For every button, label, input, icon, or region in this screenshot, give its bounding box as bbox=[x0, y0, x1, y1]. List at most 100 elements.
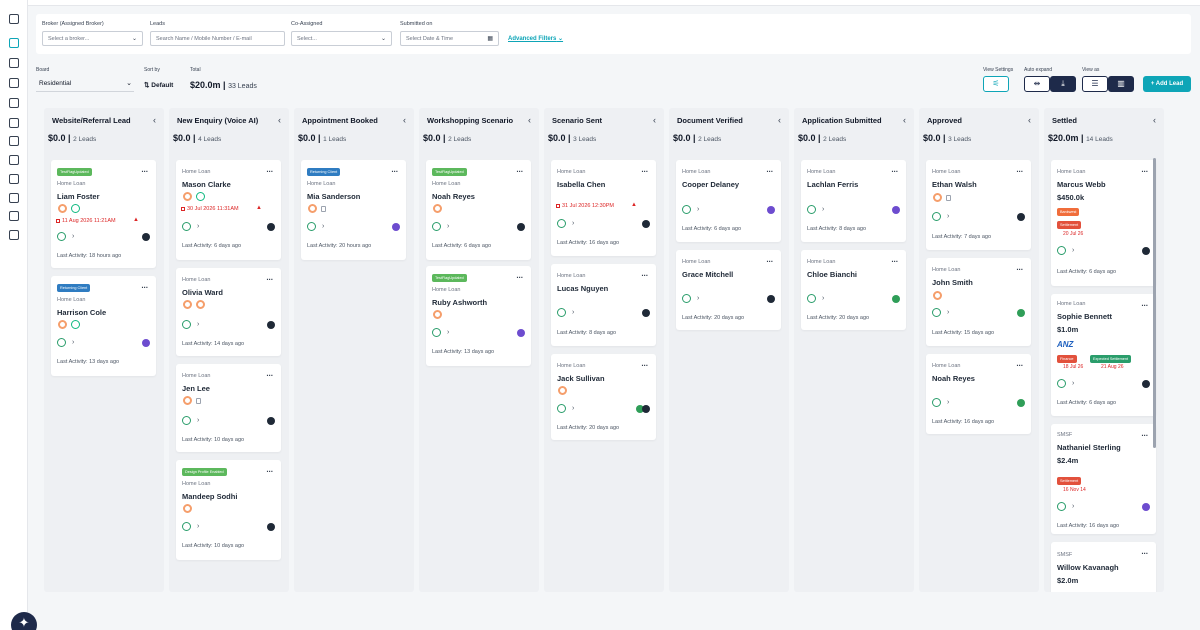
help-icon[interactable] bbox=[9, 211, 19, 221]
chevron-right-icon[interactable]: › bbox=[947, 213, 949, 220]
chevron-right-icon[interactable]: › bbox=[697, 206, 699, 213]
board-view-button[interactable]: ▥ bbox=[1108, 76, 1134, 92]
lead-card[interactable]: ... Home Loan Jen Lee › Last Activity: 1… bbox=[176, 364, 281, 452]
phone-icon[interactable] bbox=[807, 294, 816, 303]
lead-card[interactable]: TestFlagUpdated ... Home Loan Noah Reyes… bbox=[426, 160, 531, 260]
more-options-icon[interactable]: ... bbox=[766, 166, 773, 174]
phone-icon[interactable] bbox=[807, 205, 816, 214]
more-options-icon[interactable]: ... bbox=[141, 282, 148, 290]
lead-card[interactable]: ... Home Loan Marcus Webb $450.0k Bankwe… bbox=[1051, 160, 1156, 286]
collapse-column-icon[interactable]: ‹ bbox=[903, 115, 906, 125]
chevron-right-icon[interactable]: › bbox=[822, 295, 824, 302]
more-options-icon[interactable]: ... bbox=[266, 274, 273, 282]
collapse-column-icon[interactable]: ‹ bbox=[153, 115, 156, 125]
phone-icon[interactable] bbox=[182, 222, 191, 231]
more-options-icon[interactable]: ... bbox=[1016, 166, 1023, 174]
chevron-right-icon[interactable]: › bbox=[572, 220, 574, 227]
more-options-icon[interactable]: ... bbox=[891, 166, 898, 174]
advanced-filters-link[interactable]: Advanced Filters ⌄ bbox=[508, 35, 563, 42]
more-options-icon[interactable]: ... bbox=[641, 166, 648, 174]
more-options-icon[interactable]: ... bbox=[1141, 548, 1148, 556]
collapse-column-icon[interactable]: ‹ bbox=[653, 115, 656, 125]
view-settings-button[interactable]: ⚟ bbox=[983, 76, 1009, 92]
more-options-icon[interactable]: ... bbox=[266, 466, 273, 474]
chevron-right-icon[interactable]: › bbox=[947, 399, 949, 406]
lead-card[interactable]: ... Home Loan Lucas Nguyen › Last Activi… bbox=[551, 264, 656, 346]
bike-icon[interactable] bbox=[9, 136, 19, 146]
list-view-button[interactable]: ☰ bbox=[1082, 76, 1108, 92]
collapse-column-icon[interactable]: ‹ bbox=[528, 115, 531, 125]
lead-card[interactable]: ... Home Loan Olivia Ward › Last Activit… bbox=[176, 268, 281, 356]
submitted-on-date-input[interactable]: Select Date & Time ▦ bbox=[400, 31, 499, 46]
chevron-right-icon[interactable]: › bbox=[197, 523, 199, 530]
chevron-right-icon[interactable]: › bbox=[72, 339, 74, 346]
chevron-right-icon[interactable]: › bbox=[822, 206, 824, 213]
more-options-icon[interactable]: ... bbox=[391, 166, 398, 174]
phone-icon[interactable] bbox=[432, 328, 441, 337]
lead-card[interactable]: ... SMSF Nathaniel Sterling $2.4m Settle… bbox=[1051, 424, 1156, 534]
chevron-right-icon[interactable]: › bbox=[572, 309, 574, 316]
lead-card[interactable]: ... Home Loan Sophie Bennett $1.0m ANZ F… bbox=[1051, 294, 1156, 416]
more-options-icon[interactable]: ... bbox=[1141, 300, 1148, 308]
chevron-right-icon[interactable]: › bbox=[947, 309, 949, 316]
expand-height-button[interactable]: ⤓ bbox=[1050, 76, 1076, 92]
more-options-icon[interactable]: ... bbox=[266, 166, 273, 174]
calculator-icon[interactable] bbox=[9, 174, 19, 184]
lead-card[interactable]: TestFlagUpdated ... Home Loan Liam Foste… bbox=[51, 160, 156, 268]
bank-icon[interactable] bbox=[9, 78, 19, 88]
chevron-right-icon[interactable]: › bbox=[197, 223, 199, 230]
lead-card[interactable]: ... Home Loan Cooper Delaney › Last Acti… bbox=[676, 160, 781, 242]
lead-card[interactable]: ... Home Loan John Smith › Last Activity… bbox=[926, 258, 1031, 346]
add-lead-button[interactable]: + Add Lead bbox=[1143, 76, 1191, 92]
phone-icon[interactable] bbox=[182, 416, 191, 425]
phone-icon[interactable] bbox=[932, 398, 941, 407]
more-options-icon[interactable]: ... bbox=[1141, 430, 1148, 438]
broker-select[interactable]: Select a broker... ⌄ bbox=[42, 31, 143, 46]
lead-card[interactable]: ... Home Loan Lachlan Ferris › Last Acti… bbox=[801, 160, 906, 242]
chevron-right-icon[interactable]: › bbox=[447, 223, 449, 230]
phone-icon[interactable] bbox=[182, 320, 191, 329]
team-icon[interactable] bbox=[9, 118, 19, 128]
chevron-right-icon[interactable]: › bbox=[72, 233, 74, 240]
lead-card[interactable]: ... Home Loan Grace Mitchell › Last Acti… bbox=[676, 250, 781, 330]
phone-icon[interactable] bbox=[557, 219, 566, 228]
phone-icon[interactable] bbox=[932, 212, 941, 221]
phone-icon[interactable] bbox=[1057, 502, 1066, 511]
more-options-icon[interactable]: ... bbox=[1016, 264, 1023, 272]
chevron-right-icon[interactable]: › bbox=[322, 223, 324, 230]
more-options-icon[interactable]: ... bbox=[1141, 166, 1148, 174]
more-options-icon[interactable]: ... bbox=[891, 256, 898, 264]
phone-icon[interactable] bbox=[57, 338, 66, 347]
chevron-right-icon[interactable]: › bbox=[197, 321, 199, 328]
chevron-right-icon[interactable]: › bbox=[1072, 380, 1074, 387]
more-options-icon[interactable]: ... bbox=[266, 370, 273, 378]
leads-board-icon[interactable] bbox=[9, 38, 19, 48]
collapse-column-icon[interactable]: ‹ bbox=[778, 115, 781, 125]
chevron-right-icon[interactable]: › bbox=[1072, 503, 1074, 510]
phone-icon[interactable] bbox=[682, 205, 691, 214]
phone-icon[interactable] bbox=[182, 522, 191, 531]
chevron-right-icon[interactable]: › bbox=[447, 329, 449, 336]
users-icon[interactable] bbox=[9, 98, 19, 108]
lead-card[interactable]: ... Home Loan Mason Clarke 30 Jul 2026 1… bbox=[176, 160, 281, 260]
more-options-icon[interactable]: ... bbox=[516, 166, 523, 174]
co-assigned-select[interactable]: Select... ⌄ bbox=[291, 31, 392, 46]
lead-card[interactable]: ... Home Loan Noah Reyes › Last Activity… bbox=[926, 354, 1031, 434]
more-options-icon[interactable]: ... bbox=[641, 360, 648, 368]
people-icon[interactable] bbox=[9, 155, 19, 165]
phone-icon[interactable] bbox=[432, 222, 441, 231]
home-icon[interactable] bbox=[9, 14, 19, 24]
collapse-column-icon[interactable]: ‹ bbox=[1028, 115, 1031, 125]
more-options-icon[interactable]: ... bbox=[141, 166, 148, 174]
lead-card[interactable]: ... Home Loan Chloe Bianchi › Last Activ… bbox=[801, 250, 906, 330]
lead-card[interactable]: ... Home Loan Isabella Chen 31 Jul 2026 … bbox=[551, 160, 656, 256]
lead-card[interactable]: ... SMSF Willow Kavanagh $2.0m bbox=[1051, 542, 1156, 592]
chevron-right-icon[interactable]: › bbox=[197, 417, 199, 424]
lead-card[interactable]: Returning Client ... Home Loan Mia Sande… bbox=[301, 160, 406, 260]
phone-icon[interactable] bbox=[57, 232, 66, 241]
lead-card[interactable]: TestFlagUpdated ... Home Loan Ruby Ashwo… bbox=[426, 266, 531, 366]
chevron-right-icon[interactable]: › bbox=[697, 295, 699, 302]
collapse-column-icon[interactable]: ‹ bbox=[278, 115, 281, 125]
phone-icon[interactable] bbox=[307, 222, 316, 231]
folder-icon[interactable] bbox=[9, 58, 19, 68]
